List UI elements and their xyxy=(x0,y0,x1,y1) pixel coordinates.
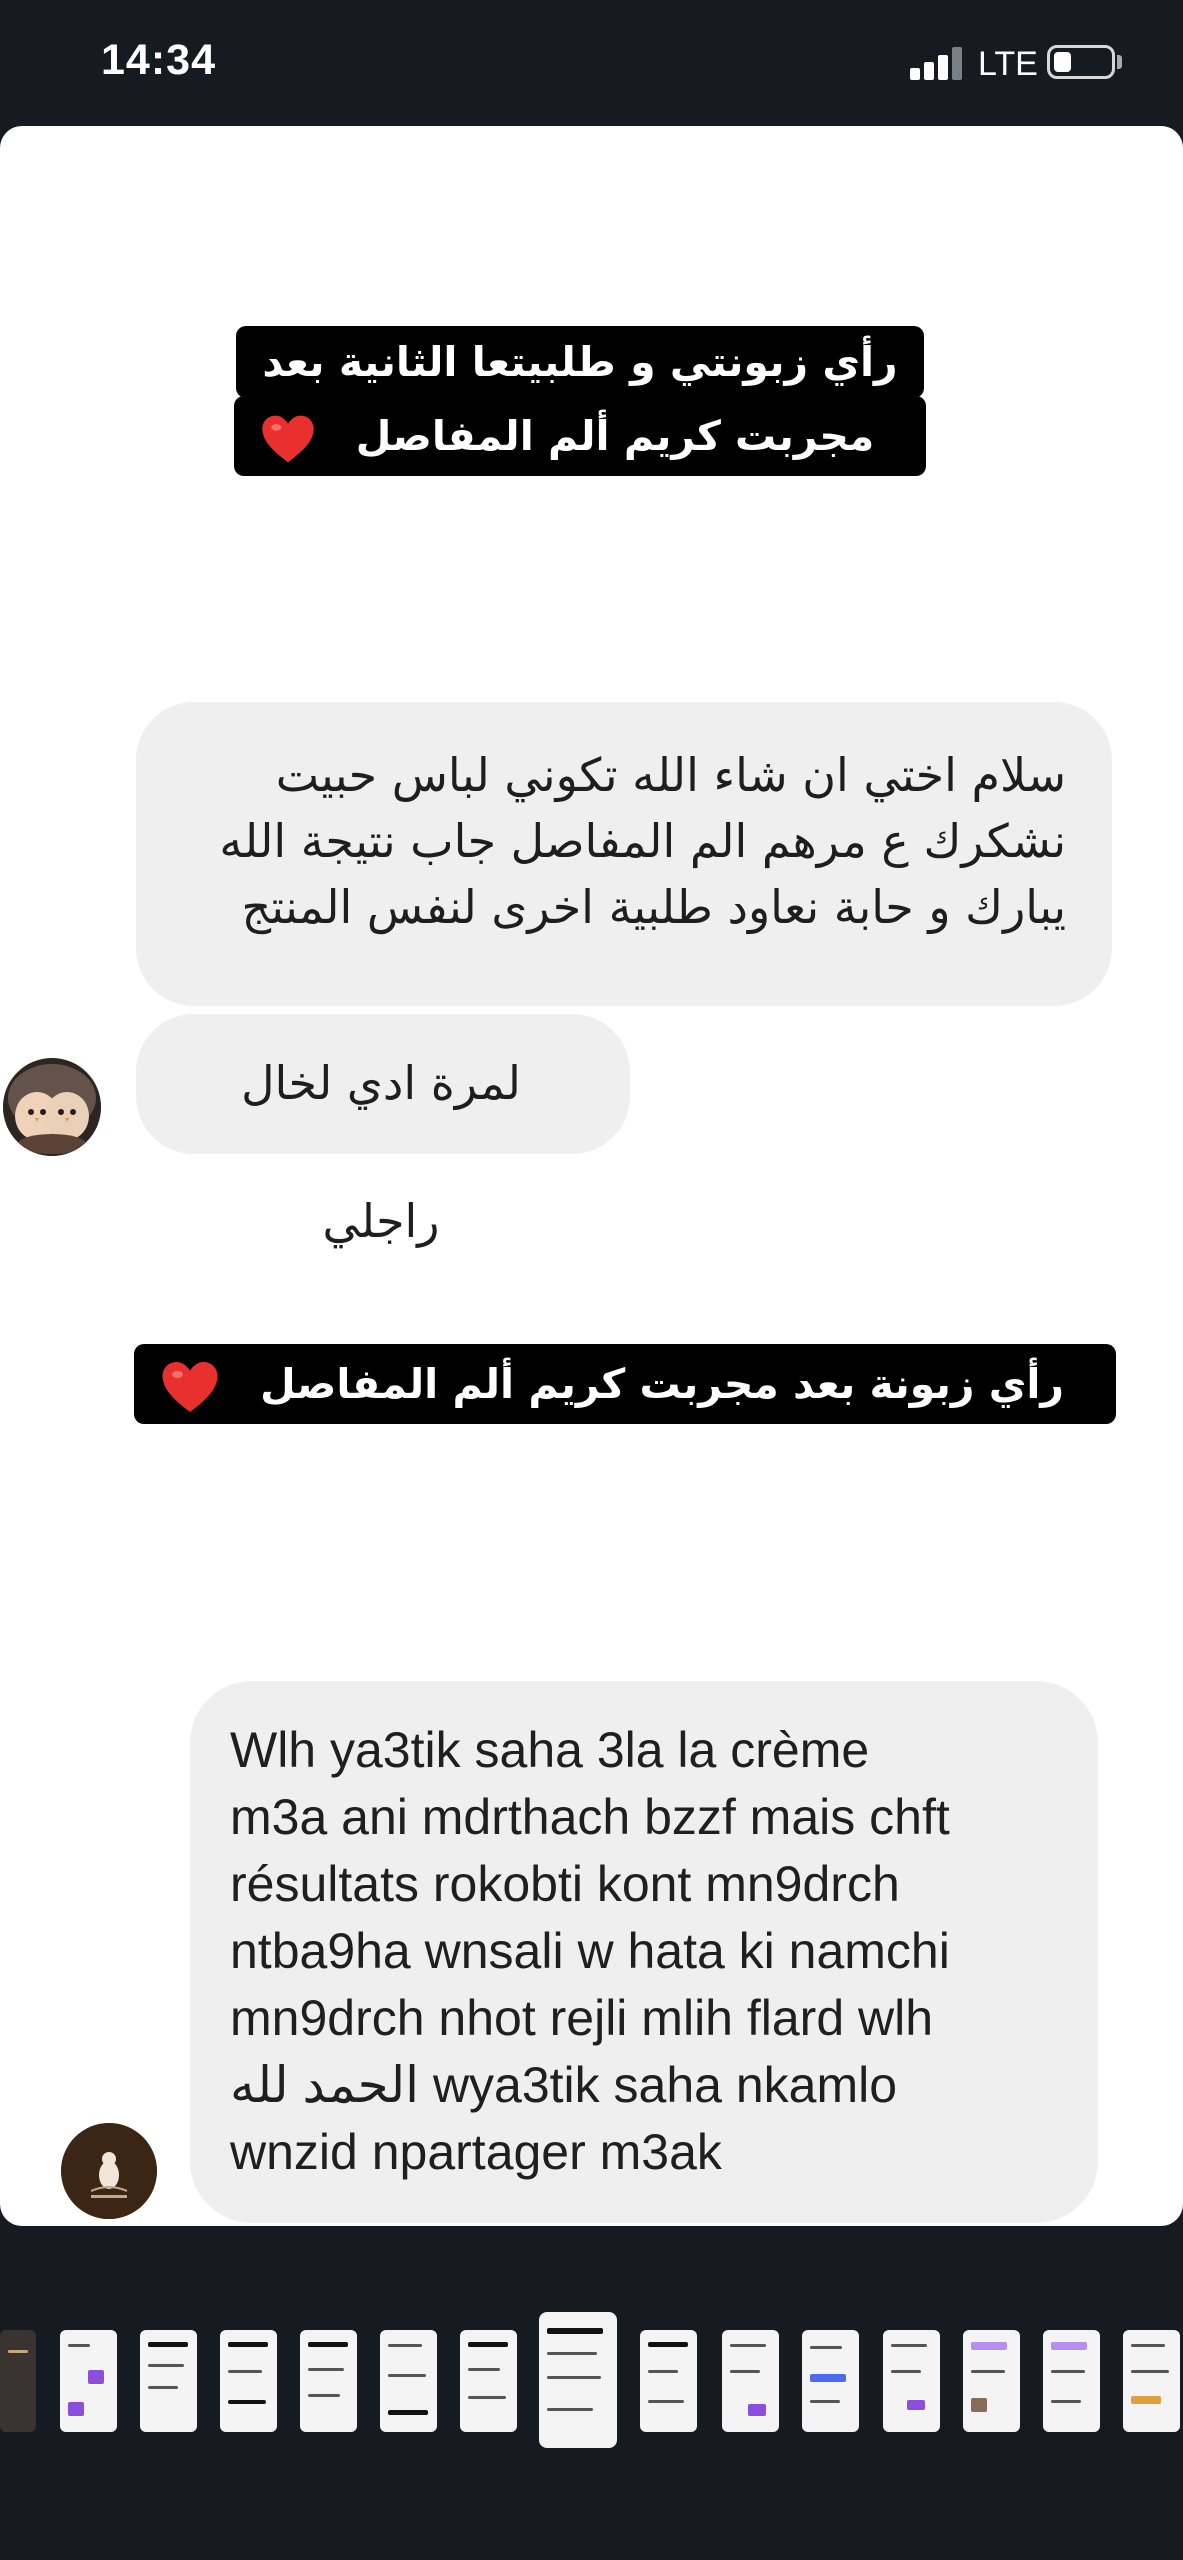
caption-line-2: مجربت كريم ألم المفاصل xyxy=(329,400,901,472)
message-bubble-2: لمرة ادي لخال راجلي xyxy=(136,1014,630,1248)
sender-avatar-1 xyxy=(3,1058,101,1156)
message-3-line-3: résultats rokobti kont mn9drch xyxy=(230,1856,900,1912)
cellular-signal-icon xyxy=(910,46,966,80)
story-thumbnail[interactable] xyxy=(220,2330,277,2432)
message-3-line-5: mn9drch nhot rejli mlih flard wlh xyxy=(230,1990,934,2046)
story-thumbnail[interactable] xyxy=(60,2330,117,2432)
story-thumbnail[interactable] xyxy=(963,2330,1020,2432)
message-1-line-1: سلام اختي ان شاء الله تكوني لباس حبيت xyxy=(275,748,1066,802)
status-bar: 14:34 LTE xyxy=(0,0,1183,126)
story-thumbnail[interactable] xyxy=(380,2330,437,2432)
message-3-line-4: ntba9ha wnsali w hata ki namchi xyxy=(230,1923,950,1979)
story-thumbnail[interactable] xyxy=(1123,2330,1180,2432)
story-thumbnail[interactable] xyxy=(0,2330,36,2432)
message-3-line-1: Wlh ya3tik saha 3la la crème xyxy=(230,1722,870,1778)
status-time: 14:34 xyxy=(101,36,216,84)
red-heart-icon xyxy=(162,1362,218,1412)
message-3-line-2: m3a ani mdrthach bzzf mais chft xyxy=(230,1789,950,1845)
story-thumbnail[interactable] xyxy=(1043,2330,1100,2432)
battery-icon xyxy=(1047,45,1115,79)
chicks-avatar-image xyxy=(3,1058,101,1156)
message-1-line-3: يبارك و حابة نعاود طلبية اخرى لنفس المنت… xyxy=(241,880,1066,934)
message-bubble-1: سلام اختي ان شاء الله تكوني لباس حبيت نش… xyxy=(136,702,1112,1006)
message-2-text: لمرة ادي لخال راجلي xyxy=(241,1056,521,1248)
network-type-label: LTE xyxy=(978,45,1038,83)
story-thumbnail[interactable] xyxy=(140,2330,197,2432)
story-content[interactable]: رأي زبونتي و طلبيتعا الثانية بعد مجربت ك… xyxy=(0,126,1183,2226)
story-thumbnail[interactable] xyxy=(883,2330,940,2432)
story-thumbnail[interactable] xyxy=(640,2330,697,2432)
caption-line-1: رأي زبونتي و طلبيتعا الثانية بعد xyxy=(236,326,924,398)
message-3-line-7: wnzid npartager m3ak xyxy=(230,2124,722,2180)
story-thumbnail[interactable] xyxy=(300,2330,357,2432)
story-thumbnail-active[interactable] xyxy=(539,2312,617,2448)
sender-avatar-2 xyxy=(61,2123,157,2219)
message-3-line-6: الحمد لله wya3tik saha nkamlo xyxy=(230,2057,898,2113)
caption-2-text: رأي زبونة بعد مجربت كريم ألم المفاصل xyxy=(234,1348,1090,1420)
logo-avatar-image xyxy=(61,2123,157,2219)
story-thumbnail[interactable] xyxy=(722,2330,779,2432)
story-thumbnail[interactable] xyxy=(460,2330,517,2432)
message-1-line-2: نشكرك ع مرهم الم المفاصل جاب نتيجة الله xyxy=(219,814,1066,868)
story-thumbnail[interactable] xyxy=(802,2330,859,2432)
caption-first-review: رأي زبونتي و طلبيتعا الثانية بعد مجربت ك… xyxy=(160,326,1000,476)
message-bubble-3: Wlh ya3tik saha 3la la crème m3a ani mdr… xyxy=(190,1681,1098,2223)
caption-second-review: رأي زبونة بعد مجربت كريم ألم المفاصل xyxy=(134,1344,1116,1424)
story-thumbnail-strip[interactable] xyxy=(0,2300,1183,2460)
battery-tip xyxy=(1117,55,1122,69)
red-heart-icon xyxy=(262,415,314,463)
